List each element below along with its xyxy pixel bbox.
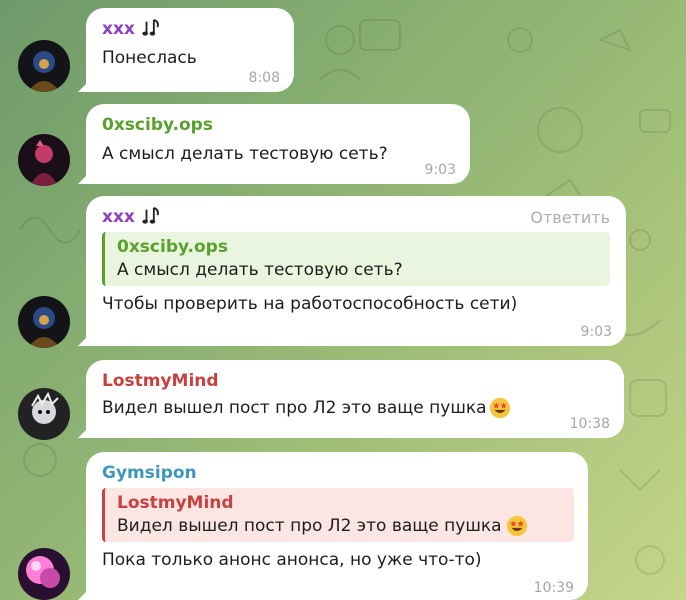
message-bubble-4[interactable]: LostmyMind Видел вышел пост про Л2 это в…	[86, 360, 624, 438]
avatar-0xsciby[interactable]	[18, 134, 70, 186]
avatar-xxx[interactable]	[18, 296, 70, 348]
message-sender[interactable]: LostmyMind	[102, 370, 610, 392]
message-time: 8:08	[248, 70, 280, 86]
message-bubble-1[interactable]: xxx Понеслась 8:08	[86, 8, 294, 92]
reply-button[interactable]: Ответить	[530, 208, 610, 227]
star-struck-emoji-icon	[489, 397, 510, 419]
message-sender[interactable]: 0xsciby.ops	[102, 114, 456, 136]
message-text: Чтобы проверить на работоспособность сет…	[102, 294, 518, 314]
message-time: 9:03	[424, 162, 456, 178]
avatar-xxx[interactable]	[18, 40, 70, 92]
reply-quote[interactable]: 0xsciby.ops А смысл делать тестовую сеть…	[102, 232, 610, 286]
message-text: Пока только анонс анонса, но уже что-то)	[102, 550, 482, 570]
message-sender[interactable]: xxx	[102, 18, 280, 40]
message-time: 9:03	[580, 324, 612, 340]
quote-text: А смысл делать тестовую сеть?	[117, 258, 600, 282]
music-notes-icon	[142, 206, 159, 224]
message-text: А смысл делать тестовую сеть?	[102, 144, 388, 164]
message-bubble-2[interactable]: 0xsciby.ops А смысл делать тестовую сеть…	[86, 104, 470, 184]
sender-name[interactable]: 0xsciby.ops	[102, 114, 213, 136]
sender-name[interactable]: LostmyMind	[102, 370, 219, 392]
quote-sender: LostmyMind	[117, 493, 234, 513]
message-time: 10:38	[569, 416, 610, 432]
sender-name[interactable]: xxx	[102, 206, 135, 228]
reply-quote[interactable]: LostmyMind Видел вышел пост про Л2 это в…	[102, 488, 574, 542]
message-text: Понеслась	[102, 48, 197, 68]
message-time: 10:39	[533, 580, 574, 596]
sender-name[interactable]: Gymsipon	[102, 462, 197, 484]
message-bubble-5[interactable]: Gymsipon LostmyMind Видел вышел пост про…	[86, 452, 588, 600]
message-text-content: Видел вышел пост про Л2 это ваще пушка	[102, 398, 487, 418]
avatar-gymsipon[interactable]	[18, 548, 70, 600]
star-struck-emoji-icon	[506, 515, 527, 537]
message-bubble-3[interactable]: xxx Ответить 0xsciby.ops А смысл делать …	[86, 196, 626, 346]
music-notes-icon	[142, 18, 159, 36]
sender-name[interactable]: xxx	[102, 18, 135, 40]
avatar-lostmymind[interactable]	[18, 388, 70, 440]
message-sender[interactable]: Gymsipon	[102, 462, 574, 484]
quote-sender: 0xsciby.ops	[117, 237, 228, 257]
quote-text-content: Видел вышел пост про Л2 это ваще пушка	[117, 516, 502, 536]
quote-text-content: А смысл делать тестовую сеть?	[117, 260, 403, 280]
message-text: Видел вышел пост про Л2 это ваще пушка	[102, 396, 610, 420]
quote-text: Видел вышел пост про Л2 это ваще пушка	[117, 514, 564, 538]
